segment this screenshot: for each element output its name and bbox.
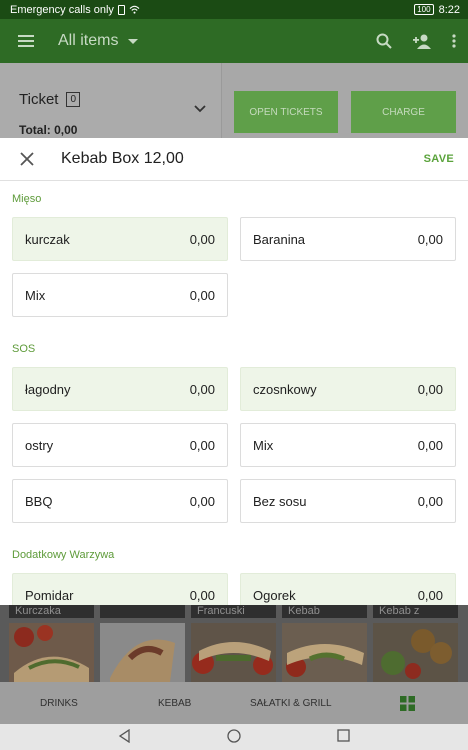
option-czosnkowy[interactable]: czosnkowy 0,00 bbox=[240, 367, 456, 411]
item-grid: Kurczaka Francuski Kebab Kebab z bbox=[0, 605, 468, 682]
home-icon[interactable] bbox=[227, 729, 241, 743]
option-price: 0,00 bbox=[417, 437, 443, 453]
option-name: Ogorek bbox=[253, 587, 296, 603]
option-name: Pomidar bbox=[25, 587, 74, 603]
save-button[interactable]: SAVE bbox=[424, 153, 454, 165]
item-label: Kurczaka bbox=[9, 605, 94, 618]
more-vert-icon[interactable] bbox=[452, 34, 456, 48]
option-ostry[interactable]: ostry 0,00 bbox=[12, 423, 228, 467]
option-name: Baranina bbox=[253, 231, 306, 247]
open-tickets-button[interactable]: OPEN TICKETS bbox=[234, 91, 338, 133]
item-photo bbox=[282, 623, 367, 682]
charge-button[interactable]: CHARGE bbox=[351, 91, 456, 133]
item-tile[interactable]: Francuski bbox=[191, 605, 276, 682]
option-name: kurczak bbox=[25, 231, 70, 247]
option-price: 0,00 bbox=[417, 587, 443, 603]
close-icon[interactable] bbox=[20, 152, 34, 166]
item-label: Francuski bbox=[191, 605, 276, 618]
category-salatki-grill[interactable]: SAŁATKI & GRILL bbox=[250, 698, 332, 709]
option-price: 0,00 bbox=[189, 493, 215, 509]
option-name: BBQ bbox=[25, 493, 53, 509]
ticket-panel: Ticket 0 Total: 0,00 bbox=[0, 63, 222, 138]
item-photo bbox=[9, 623, 94, 682]
option-name: czosnkowy bbox=[253, 381, 317, 397]
option-lagodny[interactable]: łagodny 0,00 bbox=[12, 367, 228, 411]
chevron-down-icon[interactable] bbox=[194, 105, 206, 113]
recents-icon[interactable] bbox=[337, 729, 350, 742]
option-name: ostry bbox=[25, 437, 54, 453]
item-tile[interactable] bbox=[100, 605, 185, 682]
ticket-total: Total: 0,00 bbox=[19, 123, 77, 137]
item-label: Kebab z bbox=[373, 605, 458, 618]
option-price: 0,00 bbox=[189, 231, 215, 247]
option-bez-sosu[interactable]: Bez sosu 0,00 bbox=[240, 479, 456, 523]
option-name: Bez sosu bbox=[253, 493, 307, 509]
item-photo bbox=[100, 623, 185, 682]
dialog-title: Kebab Box 12,00 bbox=[61, 150, 184, 167]
option-mix-sauce[interactable]: Mix 0,00 bbox=[240, 423, 456, 467]
option-price: 0,00 bbox=[417, 493, 443, 509]
add-person-icon[interactable] bbox=[412, 33, 432, 49]
grid-icon[interactable] bbox=[400, 696, 415, 711]
wifi-icon bbox=[129, 5, 140, 14]
page-title[interactable]: All items bbox=[58, 32, 118, 50]
option-name: Mix bbox=[253, 437, 274, 453]
option-price: 0,00 bbox=[417, 381, 443, 397]
item-tile[interactable]: Kebab bbox=[282, 605, 367, 682]
background-panel: Ticket 0 Total: 0,00 OPEN TICKETS CHARGE bbox=[0, 63, 468, 138]
item-tile[interactable]: Kurczaka bbox=[9, 605, 94, 682]
option-price: 0,00 bbox=[189, 381, 215, 397]
dialog-header: Kebab Box 12,00 SAVE bbox=[0, 138, 468, 181]
option-price: 0,00 bbox=[189, 587, 215, 603]
ticket-count-badge: 0 bbox=[66, 92, 81, 107]
app-bar: All items bbox=[0, 19, 468, 63]
back-icon[interactable] bbox=[118, 729, 131, 743]
status-text: Emergency calls only bbox=[10, 3, 114, 16]
clock: 8:22 bbox=[438, 3, 460, 16]
dropdown-caret-icon[interactable] bbox=[128, 38, 139, 44]
option-bbq[interactable]: BBQ 0,00 bbox=[12, 479, 228, 523]
system-nav-bar bbox=[0, 724, 468, 750]
sim-icon bbox=[117, 4, 125, 15]
section-title-warzywa: Dodatkowy Warzywa bbox=[12, 549, 115, 561]
status-bar: Emergency calls only 100 8:22 bbox=[0, 0, 468, 19]
option-price: 0,00 bbox=[417, 231, 443, 247]
option-name: Mix bbox=[25, 287, 46, 303]
ticket-header[interactable]: Ticket 0 bbox=[19, 91, 81, 108]
item-photo bbox=[191, 623, 276, 682]
item-label bbox=[100, 605, 185, 618]
total-label: Total: bbox=[19, 123, 51, 137]
modifier-dialog: Kebab Box 12,00 SAVE Mięso kurczak 0,00 … bbox=[0, 138, 468, 617]
option-price: 0,00 bbox=[189, 287, 215, 303]
option-name: łagodny bbox=[25, 381, 71, 397]
option-baranina[interactable]: Baranina 0,00 bbox=[240, 217, 456, 261]
option-kurczak[interactable]: kurczak 0,00 bbox=[12, 217, 228, 261]
section-title-sos: SOS bbox=[12, 343, 36, 355]
category-bar: DRINKS KEBAB SAŁATKI & GRILL bbox=[0, 682, 468, 724]
battery-icon: 100 bbox=[414, 4, 434, 15]
option-mix-meat[interactable]: Mix 0,00 bbox=[12, 273, 228, 317]
item-tile[interactable]: Kebab z bbox=[373, 605, 458, 682]
item-photo bbox=[373, 623, 458, 682]
ticket-title: Ticket bbox=[19, 91, 59, 108]
section-title-mieso: Mięso bbox=[12, 193, 42, 205]
hamburger-icon[interactable] bbox=[18, 35, 34, 47]
category-kebab[interactable]: KEBAB bbox=[158, 698, 191, 709]
item-label: Kebab bbox=[282, 605, 367, 618]
total-value: 0,00 bbox=[54, 123, 78, 137]
category-drinks[interactable]: DRINKS bbox=[40, 698, 78, 709]
search-icon[interactable] bbox=[376, 33, 392, 49]
option-price: 0,00 bbox=[189, 437, 215, 453]
